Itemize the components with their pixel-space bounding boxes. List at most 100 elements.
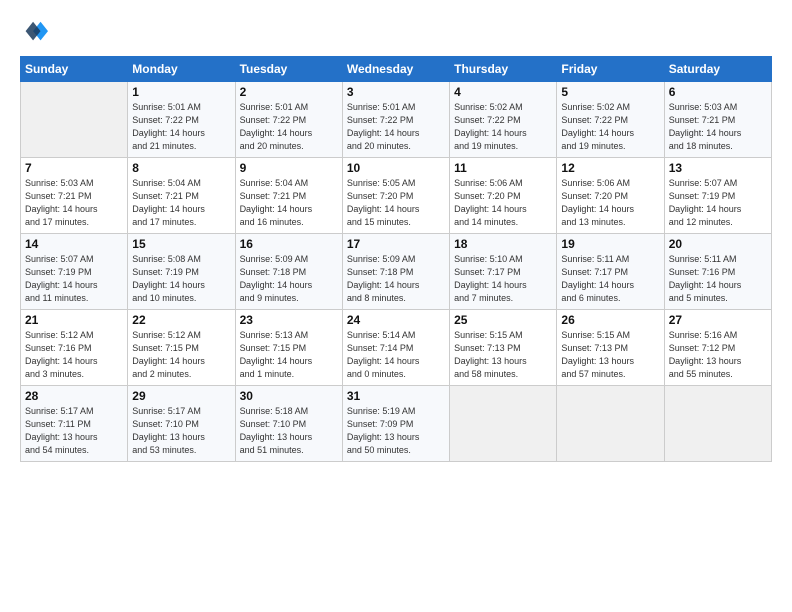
day-cell — [557, 386, 664, 462]
day-cell: 8Sunrise: 5:04 AM Sunset: 7:21 PM Daylig… — [128, 158, 235, 234]
day-cell: 18 Sunrise: 5:10 AM Sunset: 7:17 PM Dayli… — [450, 234, 557, 310]
day-number: 14 — [25, 237, 123, 251]
day-cell: 16 Sunrise: 5:09 AM Sunset: 7:18 PM Dayli… — [235, 234, 342, 310]
day-detail: Sunrise: 5:08 AM Sunset: 7:19 PM Dayligh… — [132, 253, 230, 305]
day-number: 23 — [240, 313, 338, 327]
day-detail: Sunrise: 5:15 AM Sunset: 7:13 PM Dayligh… — [561, 329, 659, 381]
day-cell: 31 Sunrise: 5:19 AM Sunset: 7:09 PM Dayli… — [342, 386, 449, 462]
day-detail: Sunrise: 5:01 AM Sunset: 7:22 PM Dayligh… — [347, 101, 445, 153]
day-cell: 24 Sunrise: 5:14 AM Sunset: 7:14 PM Dayli… — [342, 310, 449, 386]
day-detail: Sunrise: 5:03 AM Sunset: 7:21 PM Dayligh… — [669, 101, 767, 153]
day-cell: 29 Sunrise: 5:17 AM Sunset: 7:10 PM Dayli… — [128, 386, 235, 462]
day-cell — [21, 82, 128, 158]
col-header-saturday: Saturday — [664, 57, 771, 82]
day-number: 25 — [454, 313, 552, 327]
header — [20, 18, 772, 46]
day-detail: Sunrise: 5:04 AM Sunset: 7:21 PM Dayligh… — [240, 177, 338, 229]
day-number: 29 — [132, 389, 230, 403]
week-row-3: 14 Sunrise: 5:07 AM Sunset: 7:19 PM Dayli… — [21, 234, 772, 310]
day-number: 11 — [454, 161, 552, 175]
day-number: 24 — [347, 313, 445, 327]
day-number: 30 — [240, 389, 338, 403]
day-cell: 13 Sunrise: 5:07 AM Sunset: 7:19 PM Dayli… — [664, 158, 771, 234]
col-header-wednesday: Wednesday — [342, 57, 449, 82]
day-detail: Sunrise: 5:03 AM Sunset: 7:21 PM Dayligh… — [25, 177, 123, 229]
day-detail: Sunrise: 5:04 AM Sunset: 7:21 PM Dayligh… — [132, 177, 230, 229]
day-cell: 22Sunrise: 5:12 AM Sunset: 7:15 PM Dayli… — [128, 310, 235, 386]
day-detail: Sunrise: 5:05 AM Sunset: 7:20 PM Dayligh… — [347, 177, 445, 229]
col-header-sunday: Sunday — [21, 57, 128, 82]
day-number: 10 — [347, 161, 445, 175]
day-cell: 15 Sunrise: 5:08 AM Sunset: 7:19 PM Dayli… — [128, 234, 235, 310]
day-detail: Sunrise: 5:19 AM Sunset: 7:09 PM Dayligh… — [347, 405, 445, 457]
day-detail: Sunrise: 5:11 AM Sunset: 7:17 PM Dayligh… — [561, 253, 659, 305]
day-number: 9 — [240, 161, 338, 175]
day-detail: Sunrise: 5:02 AM Sunset: 7:22 PM Dayligh… — [561, 101, 659, 153]
day-cell: 10 Sunrise: 5:05 AM Sunset: 7:20 PM Dayli… — [342, 158, 449, 234]
day-cell: 20Sunrise: 5:11 AM Sunset: 7:16 PM Dayli… — [664, 234, 771, 310]
day-detail: Sunrise: 5:01 AM Sunset: 7:22 PM Dayligh… — [132, 101, 230, 153]
day-detail: Sunrise: 5:14 AM Sunset: 7:14 PM Dayligh… — [347, 329, 445, 381]
day-number: 16 — [240, 237, 338, 251]
calendar-table: SundayMondayTuesdayWednesdayThursdayFrid… — [20, 56, 772, 462]
day-number: 31 — [347, 389, 445, 403]
day-detail: Sunrise: 5:13 AM Sunset: 7:15 PM Dayligh… — [240, 329, 338, 381]
day-number: 3 — [347, 85, 445, 99]
col-header-tuesday: Tuesday — [235, 57, 342, 82]
day-cell: 6 Sunrise: 5:03 AM Sunset: 7:21 PM Daylig… — [664, 82, 771, 158]
day-detail: Sunrise: 5:10 AM Sunset: 7:17 PM Dayligh… — [454, 253, 552, 305]
day-number: 19 — [561, 237, 659, 251]
day-detail: Sunrise: 5:09 AM Sunset: 7:18 PM Dayligh… — [240, 253, 338, 305]
day-cell: 11 Sunrise: 5:06 AM Sunset: 7:20 PM Dayli… — [450, 158, 557, 234]
day-detail: Sunrise: 5:17 AM Sunset: 7:11 PM Dayligh… — [25, 405, 123, 457]
day-detail: Sunrise: 5:11 AM Sunset: 7:16 PM Dayligh… — [669, 253, 767, 305]
col-header-friday: Friday — [557, 57, 664, 82]
day-detail: Sunrise: 5:18 AM Sunset: 7:10 PM Dayligh… — [240, 405, 338, 457]
day-number: 6 — [669, 85, 767, 99]
week-row-1: 1 Sunrise: 5:01 AM Sunset: 7:22 PM Daylig… — [21, 82, 772, 158]
week-row-5: 28 Sunrise: 5:17 AM Sunset: 7:11 PM Dayli… — [21, 386, 772, 462]
day-cell: 12 Sunrise: 5:06 AM Sunset: 7:20 PM Dayli… — [557, 158, 664, 234]
day-cell: 14 Sunrise: 5:07 AM Sunset: 7:19 PM Dayli… — [21, 234, 128, 310]
logo — [20, 18, 50, 46]
day-number: 26 — [561, 313, 659, 327]
day-detail: Sunrise: 5:06 AM Sunset: 7:20 PM Dayligh… — [454, 177, 552, 229]
day-number: 28 — [25, 389, 123, 403]
page: SundayMondayTuesdayWednesdayThursdayFrid… — [0, 0, 792, 472]
day-cell: 7Sunrise: 5:03 AM Sunset: 7:21 PM Daylig… — [21, 158, 128, 234]
day-detail: Sunrise: 5:02 AM Sunset: 7:22 PM Dayligh… — [454, 101, 552, 153]
day-cell: 1 Sunrise: 5:01 AM Sunset: 7:22 PM Daylig… — [128, 82, 235, 158]
day-number: 18 — [454, 237, 552, 251]
header-row: SundayMondayTuesdayWednesdayThursdayFrid… — [21, 57, 772, 82]
day-number: 27 — [669, 313, 767, 327]
day-cell: 19 Sunrise: 5:11 AM Sunset: 7:17 PM Dayli… — [557, 234, 664, 310]
day-detail: Sunrise: 5:12 AM Sunset: 7:15 PM Dayligh… — [132, 329, 230, 381]
day-number: 12 — [561, 161, 659, 175]
day-detail: Sunrise: 5:12 AM Sunset: 7:16 PM Dayligh… — [25, 329, 123, 381]
day-cell: 17 Sunrise: 5:09 AM Sunset: 7:18 PM Dayli… — [342, 234, 449, 310]
day-cell: 9 Sunrise: 5:04 AM Sunset: 7:21 PM Daylig… — [235, 158, 342, 234]
day-cell: 4 Sunrise: 5:02 AM Sunset: 7:22 PM Daylig… — [450, 82, 557, 158]
day-cell: 23 Sunrise: 5:13 AM Sunset: 7:15 PM Dayli… — [235, 310, 342, 386]
day-cell: 30 Sunrise: 5:18 AM Sunset: 7:10 PM Dayli… — [235, 386, 342, 462]
day-cell: 25 Sunrise: 5:15 AM Sunset: 7:13 PM Dayli… — [450, 310, 557, 386]
day-detail: Sunrise: 5:15 AM Sunset: 7:13 PM Dayligh… — [454, 329, 552, 381]
col-header-thursday: Thursday — [450, 57, 557, 82]
day-detail: Sunrise: 5:07 AM Sunset: 7:19 PM Dayligh… — [669, 177, 767, 229]
logo-icon — [20, 18, 48, 46]
day-detail: Sunrise: 5:09 AM Sunset: 7:18 PM Dayligh… — [347, 253, 445, 305]
day-number: 4 — [454, 85, 552, 99]
day-number: 1 — [132, 85, 230, 99]
day-detail: Sunrise: 5:16 AM Sunset: 7:12 PM Dayligh… — [669, 329, 767, 381]
day-cell: 26 Sunrise: 5:15 AM Sunset: 7:13 PM Dayli… — [557, 310, 664, 386]
day-number: 15 — [132, 237, 230, 251]
day-detail: Sunrise: 5:07 AM Sunset: 7:19 PM Dayligh… — [25, 253, 123, 305]
day-cell — [664, 386, 771, 462]
day-number: 13 — [669, 161, 767, 175]
day-detail: Sunrise: 5:06 AM Sunset: 7:20 PM Dayligh… — [561, 177, 659, 229]
day-detail: Sunrise: 5:01 AM Sunset: 7:22 PM Dayligh… — [240, 101, 338, 153]
day-number: 21 — [25, 313, 123, 327]
day-detail: Sunrise: 5:17 AM Sunset: 7:10 PM Dayligh… — [132, 405, 230, 457]
day-number: 17 — [347, 237, 445, 251]
day-cell: 2Sunrise: 5:01 AM Sunset: 7:22 PM Daylig… — [235, 82, 342, 158]
